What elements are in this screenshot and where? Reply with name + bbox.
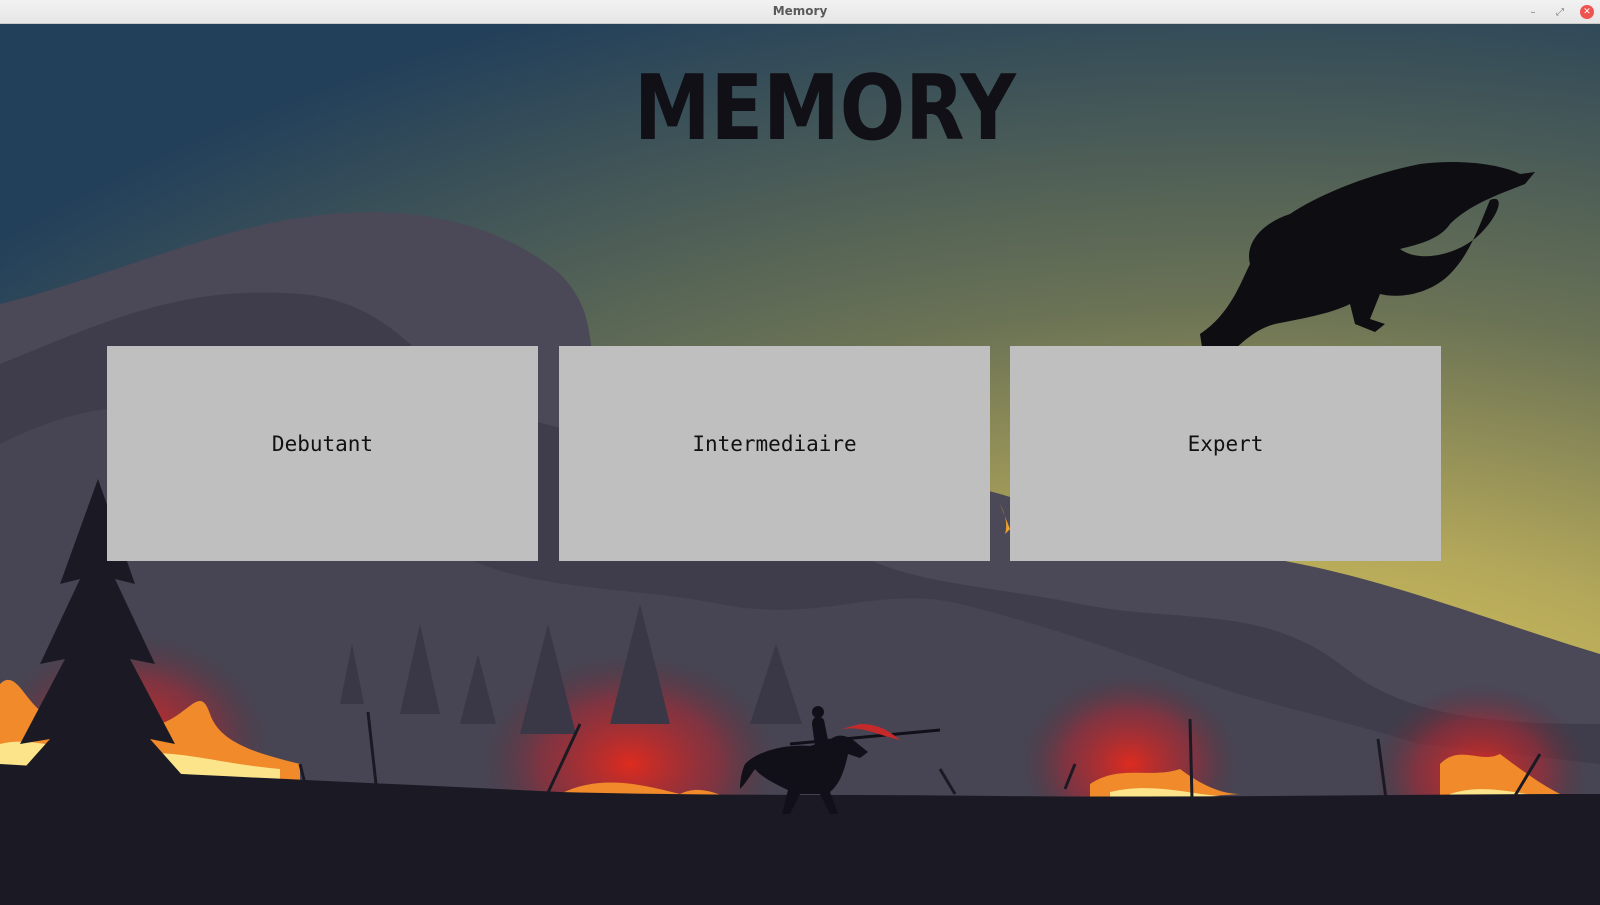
maximize-icon[interactable]: ⤢ xyxy=(1553,5,1567,19)
expert-label: Expert xyxy=(1187,431,1264,456)
intermediaire-button[interactable]: Intermediaire xyxy=(559,346,990,561)
debutant-label: Debutant xyxy=(271,431,374,456)
title-bar: Memory – ⤢ ✕ xyxy=(0,0,1600,24)
app-window: Memory – ⤢ ✕ MEMORY Debutant Intermediai… xyxy=(0,0,1600,905)
memory-logo: MEMORY xyxy=(634,66,1018,146)
debutant-button[interactable]: Debutant xyxy=(107,346,538,561)
svg-text:MEMORY: MEMORY xyxy=(634,66,1018,146)
intermediaire-label: Intermediaire xyxy=(692,431,857,456)
close-icon[interactable]: ✕ xyxy=(1580,5,1594,19)
expert-button[interactable]: Expert xyxy=(1010,346,1441,561)
window-title: Memory xyxy=(772,4,828,18)
minimize-icon[interactable]: – xyxy=(1526,5,1540,19)
